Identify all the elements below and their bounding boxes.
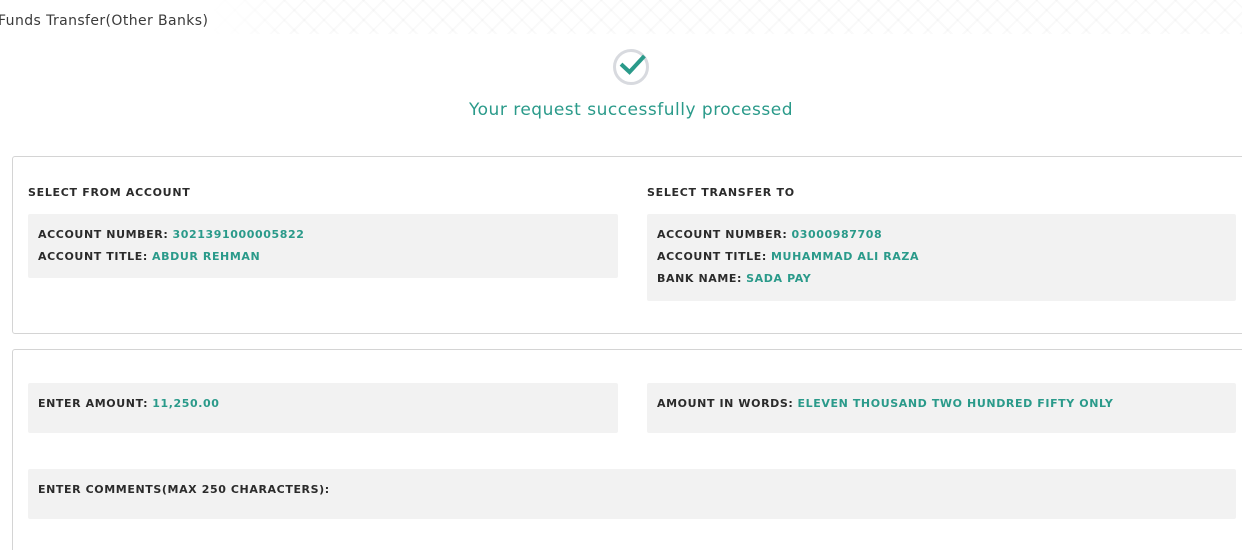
from-account-number-row: ACCOUNT NUMBER: 3021391000005822 xyxy=(38,228,305,241)
from-account-title-row: ACCOUNT TITLE: ABDUR REHMAN xyxy=(38,250,260,263)
transfer-to-account-number-row: ACCOUNT NUMBER: 03000987708 xyxy=(657,228,882,241)
transfer-to-account-title-row: ACCOUNT TITLE: MUHAMMAD ALI RAZA xyxy=(657,250,919,263)
transfer-to-bank-name-row: BANK NAME: SADA PAY xyxy=(657,272,811,285)
transfer-to-account-title-value: MUHAMMAD ALI RAZA xyxy=(771,250,920,263)
success-message: Your request successfully processed xyxy=(469,100,793,120)
amount-in-words-label: AMOUNT IN WORDS: xyxy=(657,397,794,410)
funds-transfer-page: Funds Transfer(Other Banks) Your request… xyxy=(0,0,1242,550)
transfer-to-section-label: SELECT TRANSFER TO xyxy=(647,186,795,199)
comments-row: ENTER COMMENTS(MAX 250 CHARACTERS): xyxy=(38,483,330,496)
transfer-to-account-number-label: ACCOUNT NUMBER: xyxy=(657,228,788,241)
from-account-box: ACCOUNT NUMBER: 3021391000005822 ACCOUNT… xyxy=(28,214,618,278)
transfer-to-account-title-label: ACCOUNT TITLE: xyxy=(657,250,767,263)
amount-in-words-value: ELEVEN THOUSAND TWO HUNDRED FIFTY ONLY xyxy=(797,397,1114,410)
from-account-number-value: 3021391000005822 xyxy=(172,228,305,241)
amount-label: ENTER AMOUNT: xyxy=(38,397,149,410)
amount-value: 11,250.00 xyxy=(152,397,220,410)
amount-in-words-box: AMOUNT IN WORDS: ELEVEN THOUSAND TWO HUN… xyxy=(647,383,1236,433)
page-title: Funds Transfer(Other Banks) xyxy=(0,13,209,29)
transfer-to-bank-name-value: SADA PAY xyxy=(746,272,812,285)
amount-card: ENTER AMOUNT: 11,250.00 AMOUNT IN WORDS:… xyxy=(12,349,1242,550)
amount-in-words-row: AMOUNT IN WORDS: ELEVEN THOUSAND TWO HUN… xyxy=(657,397,1114,410)
comments-label: ENTER COMMENTS(MAX 250 CHARACTERS): xyxy=(38,483,330,496)
comments-box: ENTER COMMENTS(MAX 250 CHARACTERS): xyxy=(28,469,1236,519)
from-account-title-value: ABDUR REHMAN xyxy=(152,250,261,263)
amount-row: ENTER AMOUNT: 11,250.00 xyxy=(38,397,220,410)
from-account-title-label: ACCOUNT TITLE: xyxy=(38,250,148,263)
from-account-number-label: ACCOUNT NUMBER: xyxy=(38,228,169,241)
transfer-to-box: ACCOUNT NUMBER: 03000987708 ACCOUNT TITL… xyxy=(647,214,1236,301)
from-account-section-label: SELECT FROM ACCOUNT xyxy=(28,186,191,199)
check-circle-icon xyxy=(613,49,649,85)
check-mark xyxy=(619,54,646,75)
accounts-card: SELECT FROM ACCOUNT SELECT TRANSFER TO A… xyxy=(12,156,1242,334)
transfer-to-bank-name-label: BANK NAME: xyxy=(657,272,743,285)
amount-box: ENTER AMOUNT: 11,250.00 xyxy=(28,383,618,433)
transfer-to-account-number-value: 03000987708 xyxy=(791,228,883,241)
